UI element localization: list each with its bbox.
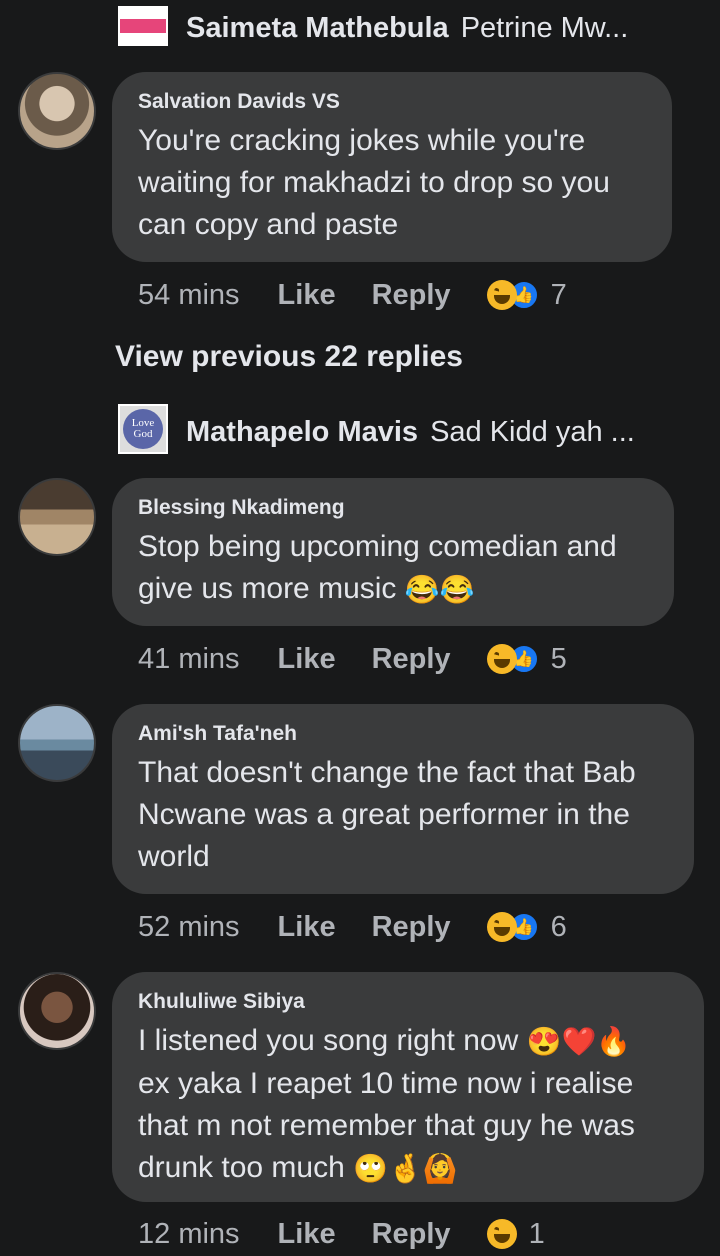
heart-eyes-heart-fire-emoji-icon: 😍❤️🔥 (526, 1026, 632, 1058)
reply-button[interactable]: Reply (372, 279, 451, 312)
comment-text: Stop being upcoming comedian and give us… (138, 530, 626, 605)
reactions-summary[interactable]: 1 (486, 1217, 545, 1251)
reply-button[interactable]: Reply (372, 643, 451, 676)
commenter-avatar[interactable] (18, 704, 96, 782)
comment-actions: 52 mins Like Reply 👍 6 (138, 905, 567, 949)
haha-emoji-icon (486, 1219, 517, 1249)
comment-timestamp[interactable]: 54 mins (138, 279, 240, 312)
reactions-summary[interactable]: 👍 6 (486, 910, 567, 944)
comment-text: I listened you song right now (138, 1024, 519, 1057)
comment-author[interactable]: Salvation Davids VS (138, 90, 646, 114)
commenter-avatar[interactable] (18, 478, 96, 556)
comment-timestamp[interactable]: 41 mins (138, 643, 240, 676)
comment-text: You're cracking jokes while you're waiti… (138, 124, 619, 241)
reactions-summary[interactable]: 👍 5 (486, 642, 567, 676)
reply-summary-middle[interactable]: Mathapelo Mavis Sad Kidd yah ... (118, 408, 635, 456)
reaction-count: 1 (528, 1217, 545, 1250)
comment-author[interactable]: Ami'sh Tafa'neh (138, 722, 668, 746)
comment-bubble: Ami'sh Tafa'neh That doesn't change the … (112, 704, 694, 894)
reply-summary-top[interactable]: Saimeta Mathebula Petrine Mw... (118, 4, 628, 52)
comment-text-wrap: Stop being upcoming comedian and give us… (138, 526, 648, 611)
comment-timestamp[interactable]: 52 mins (138, 911, 240, 944)
comment-actions: 41 mins Like Reply 👍 5 (138, 637, 567, 681)
haha-emoji-icon (486, 280, 517, 310)
comment-timestamp[interactable]: 12 mins (138, 1218, 240, 1251)
comment-actions: 54 mins Like Reply 👍 7 (138, 273, 567, 317)
reply-button[interactable]: Reply (372, 1218, 451, 1251)
crying-laughing-emoji-icon: 😂😂 (404, 574, 475, 606)
comment-author[interactable]: Blessing Nkadimeng (138, 496, 648, 520)
haha-emoji-icon (486, 912, 517, 942)
comment-author[interactable]: Khululiwe Sibiya (138, 990, 678, 1014)
reactions-summary[interactable]: 👍 7 (486, 278, 567, 312)
comment-bubble: Khululiwe Sibiya I listened you song rig… (112, 972, 704, 1202)
eye-roll-crossed-fingers-emoji-icon: 🙄🤞🙆 (353, 1153, 458, 1185)
reply-button[interactable]: Reply (372, 911, 451, 944)
commenter-avatar[interactable] (18, 972, 96, 1050)
reaction-count: 5 (550, 642, 567, 675)
view-previous-replies-link[interactable]: View previous 22 replies (115, 340, 463, 374)
commenter-avatar[interactable] (18, 72, 96, 150)
reply-snippet: Sad Kidd yah ... (430, 415, 635, 448)
like-button[interactable]: Like (278, 911, 336, 944)
reaction-count: 7 (550, 278, 567, 311)
reaction-count: 6 (550, 910, 567, 943)
reply-snippet: Petrine Mw... (460, 11, 629, 44)
reply-author[interactable]: Saimeta Mathebula (186, 12, 449, 45)
reply-author[interactable]: Mathapelo Mavis (186, 416, 418, 449)
comment-bubble: Salvation Davids VS You're cracking joke… (112, 72, 672, 262)
like-button[interactable]: Like (278, 279, 336, 312)
comment-actions: 12 mins Like Reply 1 (138, 1212, 545, 1256)
comment-text: That doesn't change the fact that Bab Nc… (138, 756, 645, 873)
like-button[interactable]: Like (278, 1218, 336, 1251)
like-button[interactable]: Like (278, 643, 336, 676)
haha-emoji-icon (486, 644, 517, 674)
comment-text-wrap: I listened you song right now 😍❤️🔥 ex ya… (138, 1020, 678, 1190)
comment-bubble: Blessing Nkadimeng Stop being upcoming c… (112, 478, 674, 626)
